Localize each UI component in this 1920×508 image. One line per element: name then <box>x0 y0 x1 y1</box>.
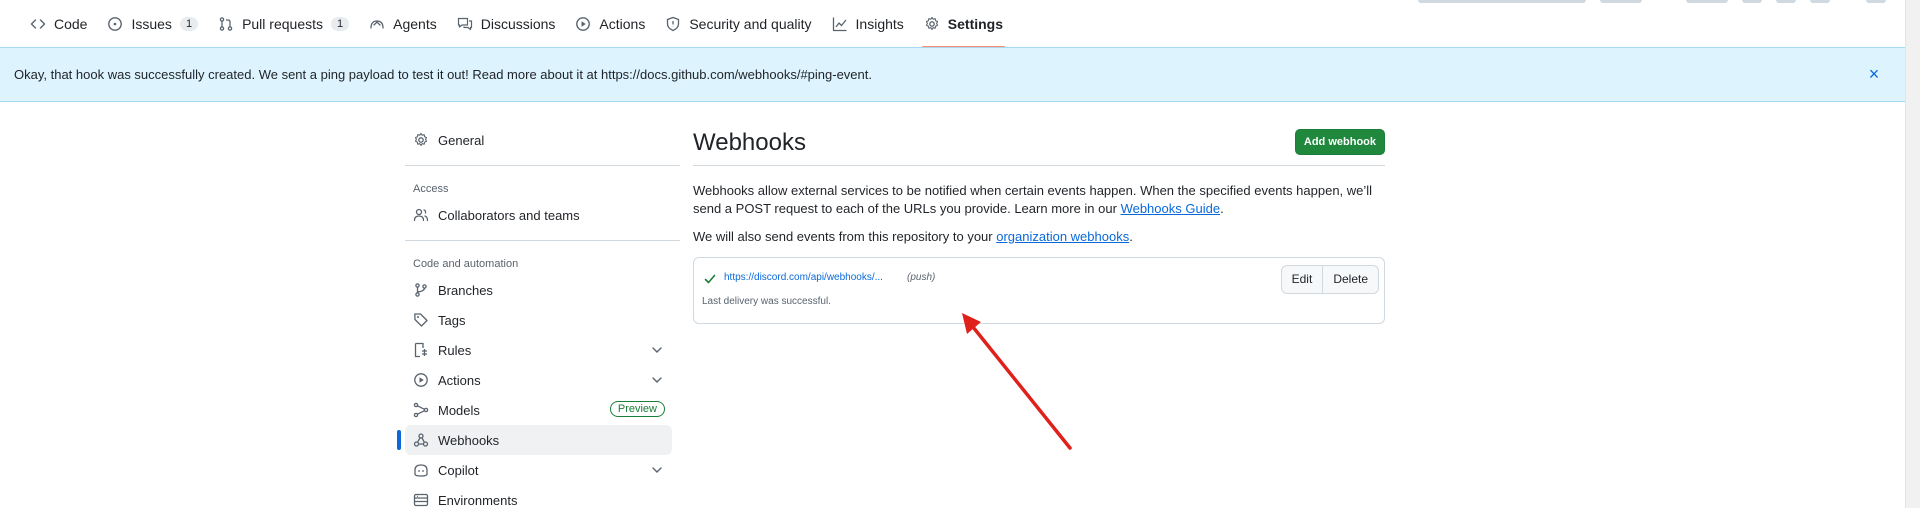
shield-icon <box>665 16 681 32</box>
webhook-icon <box>413 432 429 448</box>
page-title: Webhooks <box>693 129 806 156</box>
rules-icon <box>413 342 429 358</box>
preview-badge: Preview <box>609 401 665 417</box>
tab-discussions-label: Discussions <box>480 16 556 32</box>
agents-icon <box>369 16 385 32</box>
tab-pull-requests-label: Pull requests <box>242 16 323 32</box>
sidebar-item-label: Models <box>438 402 480 418</box>
issue-icon <box>107 16 123 32</box>
chevron-down-icon[interactable] <box>650 463 664 477</box>
repo-nav: Code Issues 1 Pull requests 1 Agents Dis… <box>0 0 1920 48</box>
description-text: Webhooks allow external services to be n… <box>693 183 1373 216</box>
webhook-actions: Edit Delete <box>1280 265 1379 294</box>
tab-security-label: Security and quality <box>689 16 812 32</box>
edit-button[interactable]: Edit <box>1280 265 1324 294</box>
note-period: . <box>1129 229 1133 244</box>
sidebar-item-label: Copilot <box>438 462 479 478</box>
webhooks-description: Webhooks allow external services to be n… <box>693 182 1385 218</box>
page-scrollbar[interactable] <box>1905 0 1920 508</box>
sidebar-item-branches[interactable]: Branches <box>405 275 672 305</box>
gear-icon <box>413 132 429 148</box>
organization-webhooks-note: We will also send events from this repos… <box>693 228 1385 246</box>
sidebar-item-label: Actions <box>438 372 481 388</box>
sidebar-heading-code: Code and automation <box>413 258 519 270</box>
sidebar-item-label: Webhooks <box>438 432 500 448</box>
sidebar-item-tags[interactable]: Tags <box>405 305 672 335</box>
tab-issues[interactable]: Issues 1 <box>97 0 208 48</box>
close-icon[interactable]: × <box>1865 65 1883 83</box>
tab-security[interactable]: Security and quality <box>655 0 821 48</box>
webhook-url-link[interactable]: https://discord.com/api/webhooks/... <box>724 272 883 283</box>
play-icon <box>413 372 429 388</box>
environment-icon <box>413 492 429 508</box>
sidebar-item-label: Branches <box>438 282 493 298</box>
tag-icon <box>413 312 429 328</box>
title-divider <box>693 165 1385 166</box>
add-webhook-button[interactable]: Add webhook <box>1294 129 1385 155</box>
sidebar-item-general[interactable]: General <box>405 125 672 155</box>
tab-code[interactable]: Code <box>20 0 97 48</box>
tab-settings-label: Settings <box>947 16 1004 32</box>
webhook-event: (push) <box>907 272 936 283</box>
gear-icon <box>924 16 940 32</box>
success-flash-banner: Okay, that hook was successfully created… <box>0 47 1905 102</box>
chevron-down-icon[interactable] <box>650 373 664 387</box>
issues-count-badge: 1 <box>179 17 199 31</box>
webhooks-guide-link[interactable]: Webhooks Guide <box>1121 201 1221 216</box>
sidebar-item-label: Environments <box>438 492 518 508</box>
tab-agents-label: Agents <box>393 16 437 32</box>
sidebar-heading-access: Access <box>413 183 449 195</box>
sidebar-item-label: Collaborators and teams <box>438 207 580 223</box>
copilot-icon <box>413 462 429 478</box>
sidebar-item-collaborators[interactable]: Collaborators and teams <box>405 200 672 230</box>
webhooks-main: Webhooks Add webhook Webhooks allow exte… <box>693 125 1385 324</box>
tab-agents[interactable]: Agents <box>359 0 447 48</box>
annotation-arrow <box>962 313 1072 450</box>
sidebar-item-copilot[interactable]: Copilot <box>405 455 672 485</box>
tab-insights[interactable]: Insights <box>822 0 914 48</box>
settings-sidebar: General Access Collaborators and teams C… <box>397 125 680 508</box>
pull-request-icon <box>218 16 234 32</box>
code-icon <box>30 16 46 32</box>
delete-button[interactable]: Delete <box>1323 265 1379 294</box>
sidebar-item-actions[interactable]: Actions <box>405 365 672 395</box>
description-period: . <box>1220 201 1224 216</box>
sidebar-item-label: Tags <box>438 312 466 328</box>
check-icon <box>703 272 717 286</box>
people-icon <box>413 207 429 223</box>
sidebar-item-label: Rules <box>438 342 472 358</box>
models-icon <box>413 402 429 418</box>
sidebar-item-models[interactable]: Models Preview <box>405 395 672 425</box>
sidebar-item-webhooks[interactable]: Webhooks <box>397 425 672 455</box>
sidebar-item-label: General <box>438 132 485 148</box>
tab-code-label: Code <box>54 16 88 32</box>
tab-settings[interactable]: Settings <box>914 0 1013 48</box>
branch-icon <box>413 282 429 298</box>
discussions-icon <box>457 16 473 32</box>
chevron-down-icon[interactable] <box>650 343 664 357</box>
webhook-delivery-status: Last delivery was successful. <box>702 296 831 307</box>
note-text: We will also send events from this repos… <box>693 229 997 244</box>
tab-insights-label: Insights <box>855 16 904 32</box>
play-icon <box>575 16 591 32</box>
sidebar-divider <box>405 240 680 241</box>
tab-actions[interactable]: Actions <box>565 0 655 48</box>
flash-message: Okay, that hook was successfully created… <box>14 67 872 82</box>
organization-webhooks-link[interactable]: organization webhooks <box>996 229 1129 244</box>
sidebar-item-rules[interactable]: Rules <box>405 335 672 365</box>
sidebar-divider <box>405 165 680 166</box>
graph-icon <box>832 16 848 32</box>
tab-pull-requests[interactable]: Pull requests 1 <box>208 0 359 48</box>
sidebar-item-environments[interactable]: Environments <box>405 485 672 508</box>
pull-requests-count-badge: 1 <box>331 17 350 31</box>
tab-actions-label: Actions <box>599 16 646 32</box>
tab-discussions[interactable]: Discussions <box>447 0 566 48</box>
tab-issues-label: Issues <box>131 16 172 32</box>
